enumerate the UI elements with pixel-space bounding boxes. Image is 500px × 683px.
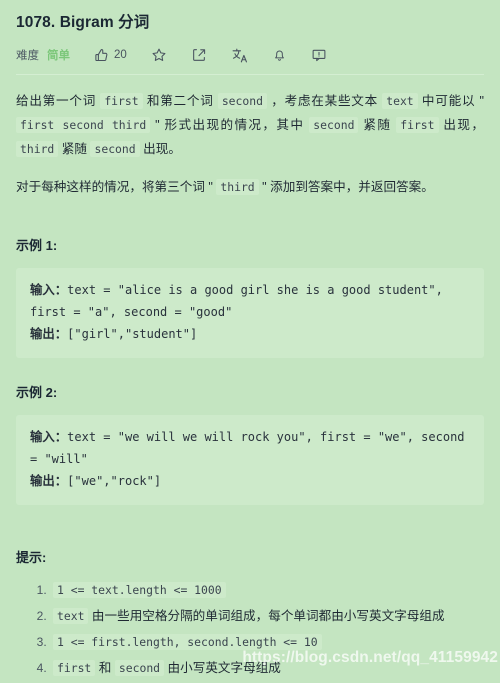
desc-text: 对于每种这样的情况，将第三个词 ": [16, 180, 217, 194]
constraint-text: 和: [95, 661, 115, 675]
example-2-input-value: text = "we will we will rock you", first…: [30, 430, 472, 466]
desc-text: " 添加到答案中，并返回答案。: [258, 180, 434, 194]
example-1-output-value: ["girl","student"]: [67, 327, 198, 341]
desc-text: ，考虑在某些文本: [266, 94, 383, 108]
constraint-code: 1 <= first.length, second.length <= 10: [53, 634, 322, 650]
inline-code-text: text: [382, 93, 418, 109]
bell-icon: [272, 47, 287, 63]
desc-text: 紧随: [58, 142, 91, 156]
translate-button[interactable]: [231, 47, 248, 64]
desc-text: 中可能以 ": [417, 94, 485, 108]
example-2-codeblock: 输入：text = "we will we will rock you", fi…: [16, 415, 484, 505]
notification-button[interactable]: [272, 47, 287, 63]
like-count: 20: [114, 49, 127, 61]
inline-code-first-2: first: [396, 117, 439, 133]
constraint-text: 由小写英文字母组成: [164, 661, 281, 675]
star-icon: [151, 47, 167, 63]
description-paragraph-1: 给出第一个词 first 和第二个词 second ，考虑在某些文本 text …: [16, 89, 484, 161]
constraints-heading: 提示:: [16, 550, 47, 565]
example-2-heading: 示例 2:: [16, 385, 58, 400]
desc-text: " 形式出现的情况，其中: [150, 118, 310, 132]
like-button[interactable]: 20: [94, 48, 127, 63]
list-item: 1 <= first.length, second.length <= 10: [50, 630, 484, 655]
inline-code-second: second: [217, 93, 267, 109]
example-1-heading: 示例 1:: [16, 238, 58, 253]
inline-code-pattern: first second third: [16, 117, 151, 133]
page-title: 1078. Bigram 分词: [16, 14, 150, 31]
constraints-list: 1 <= text.length <= 1000 text 由一些用空格分隔的单…: [16, 578, 484, 681]
example-2-input-label: 输入：: [30, 430, 68, 444]
desc-text: 和第二个词: [142, 94, 218, 108]
thumbs-up-icon: [94, 48, 109, 63]
inline-code-first: first: [100, 93, 143, 109]
inline-code-third-2: third: [216, 179, 259, 195]
example-2-output-value: ["we","rock"]: [67, 474, 162, 488]
list-item: first 和 second 由小写英文字母组成: [50, 656, 484, 681]
desc-text: 出现。: [139, 142, 181, 156]
difficulty-label: 难度: [16, 50, 39, 62]
constraint-code: second: [114, 660, 165, 676]
constraint-code: first: [53, 660, 96, 676]
difficulty-value: 简单: [47, 50, 70, 62]
desc-text: 紧随: [358, 118, 397, 132]
inline-code-third: third: [16, 141, 59, 157]
constraint-code: 1 <= text.length <= 1000: [53, 582, 226, 598]
list-item: text 由一些用空格分隔的单词组成，每个单词都由小写英文字母组成: [50, 604, 484, 629]
feedback-icon: [311, 47, 327, 63]
header-divider: [16, 74, 484, 75]
feedback-button[interactable]: [311, 47, 327, 63]
desc-text: 出现，: [438, 118, 485, 132]
desc-text: 给出第一个词: [16, 94, 101, 108]
example-1-output-label: 输出：: [30, 327, 68, 341]
list-item: 1 <= text.length <= 1000: [50, 578, 484, 603]
problem-page: 1078. Bigram 分词 难度 简单 20 给出第一个词 first 和第…: [0, 0, 500, 683]
constraint-text: 由一些用空格分隔的单词组成，每个单词都由小写英文字母组成: [88, 609, 445, 623]
example-1-input-label: 输入：: [30, 283, 68, 297]
favorite-button[interactable]: [151, 47, 167, 63]
example-1-codeblock: 输入：text = "alice is a good girl she is a…: [16, 268, 484, 358]
description-paragraph-2: 对于每种这样的情况，将第三个词 " third " 添加到答案中，并返回答案。: [16, 175, 484, 199]
constraint-code: text: [53, 608, 89, 624]
problem-toolbar: 难度 简单 20: [16, 40, 484, 70]
example-1-input-value: text = "alice is a good girl she is a go…: [30, 283, 451, 319]
inline-code-second-3: second: [90, 141, 140, 157]
example-2-output-label: 输出：: [30, 474, 68, 488]
translate-icon: [231, 47, 248, 64]
share-button[interactable]: [191, 47, 207, 63]
inline-code-second-2: second: [309, 117, 359, 133]
share-icon: [191, 47, 207, 63]
